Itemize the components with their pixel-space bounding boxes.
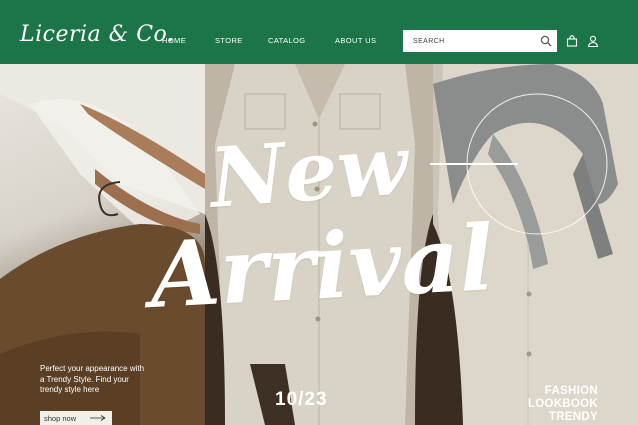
hero-banner: New Arrival 10/23 Perfect your appearanc… bbox=[0, 64, 638, 425]
nav-about-us[interactable]: ABOUT US bbox=[335, 36, 376, 45]
shop-now-button[interactable]: shop now bbox=[40, 411, 112, 425]
caption-fashion: FASHION bbox=[544, 385, 598, 397]
nav-catalog[interactable]: CATALOG bbox=[268, 36, 306, 45]
hero-tagline: Perfect your appearance with a Trendy St… bbox=[40, 364, 145, 394]
lookbook-caption: FASHION LOOKBOOK TRENDY bbox=[528, 385, 598, 424]
arrow-right-icon bbox=[90, 415, 106, 421]
date-label: 10/23 bbox=[275, 389, 328, 410]
search-box bbox=[403, 30, 557, 52]
search-icon[interactable] bbox=[540, 35, 552, 47]
nav-home[interactable]: HOME bbox=[162, 36, 186, 45]
nav-store[interactable]: STORE bbox=[215, 36, 243, 45]
caption-trendy: TRENDY bbox=[548, 411, 598, 423]
caption-lookbook: LOOKBOOK bbox=[527, 398, 598, 410]
user-icon[interactable] bbox=[587, 35, 599, 47]
search-input[interactable] bbox=[403, 31, 533, 51]
bag-icon[interactable] bbox=[566, 35, 578, 47]
shop-now-label: shop now bbox=[44, 413, 77, 423]
headline-arrival: Arrival bbox=[147, 205, 497, 329]
hero-divider bbox=[430, 163, 518, 165]
site-header: Liceria & Co. HOME STORE CATALOG ABOUT U… bbox=[0, 0, 638, 64]
